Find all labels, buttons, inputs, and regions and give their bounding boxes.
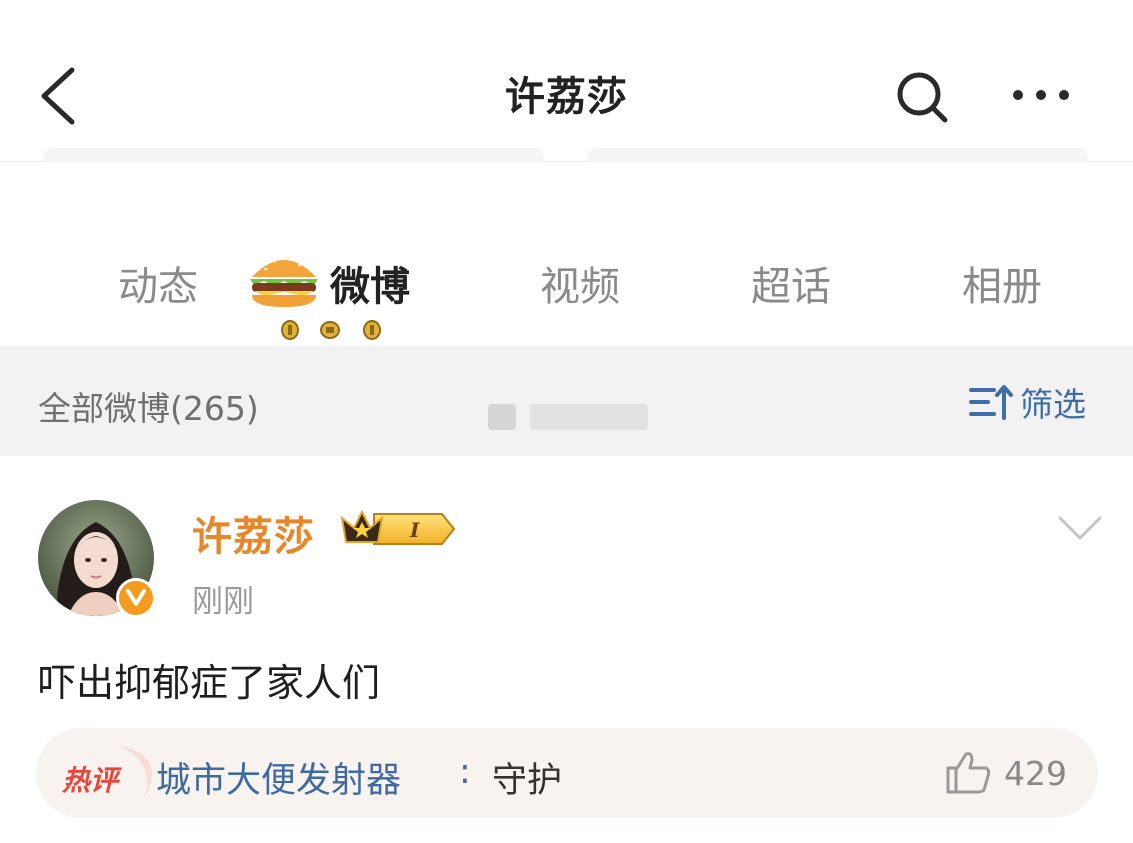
- hot-comment[interactable]: 热评 城市大便发射器 : 守护 429: [36, 728, 1098, 818]
- filter-bar: 全部微博(265) 筛选: [0, 346, 1133, 456]
- author-name[interactable]: 许荔莎: [192, 504, 315, 562]
- tab-dynamic[interactable]: 动态: [118, 254, 198, 312]
- hot-tag-text: 热评: [61, 764, 122, 797]
- chevron-down-icon[interactable]: [1056, 512, 1104, 544]
- search-icon[interactable]: [893, 68, 951, 126]
- blurred-overlay: [530, 404, 648, 430]
- badge-level: I: [409, 518, 420, 542]
- vip-crown-badge-icon: I: [340, 509, 456, 545]
- tab-weibo[interactable]: 微博: [330, 254, 410, 312]
- post-card: 许荔莎 I 刚刚 吓出抑郁症了家人们 热评 城市大便发射器 : 守护 429: [0, 456, 1133, 843]
- filter-button[interactable]: 筛选: [968, 382, 1086, 424]
- blurred-overlay: [488, 404, 516, 430]
- burger-icon: [250, 256, 318, 307]
- top-nav-bar: 许荔莎: [0, 0, 1133, 166]
- tab-album[interactable]: 相册: [962, 254, 1042, 312]
- tab-super-topic[interactable]: 超话: [751, 254, 831, 312]
- tab-video[interactable]: 视频: [540, 254, 620, 312]
- filter-button-label: 筛选: [1020, 385, 1086, 424]
- coin-decoration-icon: [281, 320, 381, 340]
- page-title: 许荔莎: [505, 74, 628, 120]
- thumbs-up-icon[interactable]: [944, 748, 992, 796]
- comment-colon: :: [459, 752, 471, 792]
- like-count: 429: [1004, 754, 1067, 793]
- comment-text: 守护: [492, 761, 563, 801]
- more-icon[interactable]: [1010, 80, 1072, 110]
- profile-tabs: 动态 微博 视频 超话 相册: [0, 162, 1133, 346]
- post-count-label: 全部微博(265): [38, 389, 259, 428]
- post-time: 刚刚: [192, 584, 254, 620]
- verified-badge-icon: [116, 578, 156, 618]
- comment-username[interactable]: 城市大便发射器: [156, 752, 401, 803]
- filter-sort-icon: [969, 385, 1013, 420]
- post-text: 吓出抑郁症了家人们: [38, 661, 381, 705]
